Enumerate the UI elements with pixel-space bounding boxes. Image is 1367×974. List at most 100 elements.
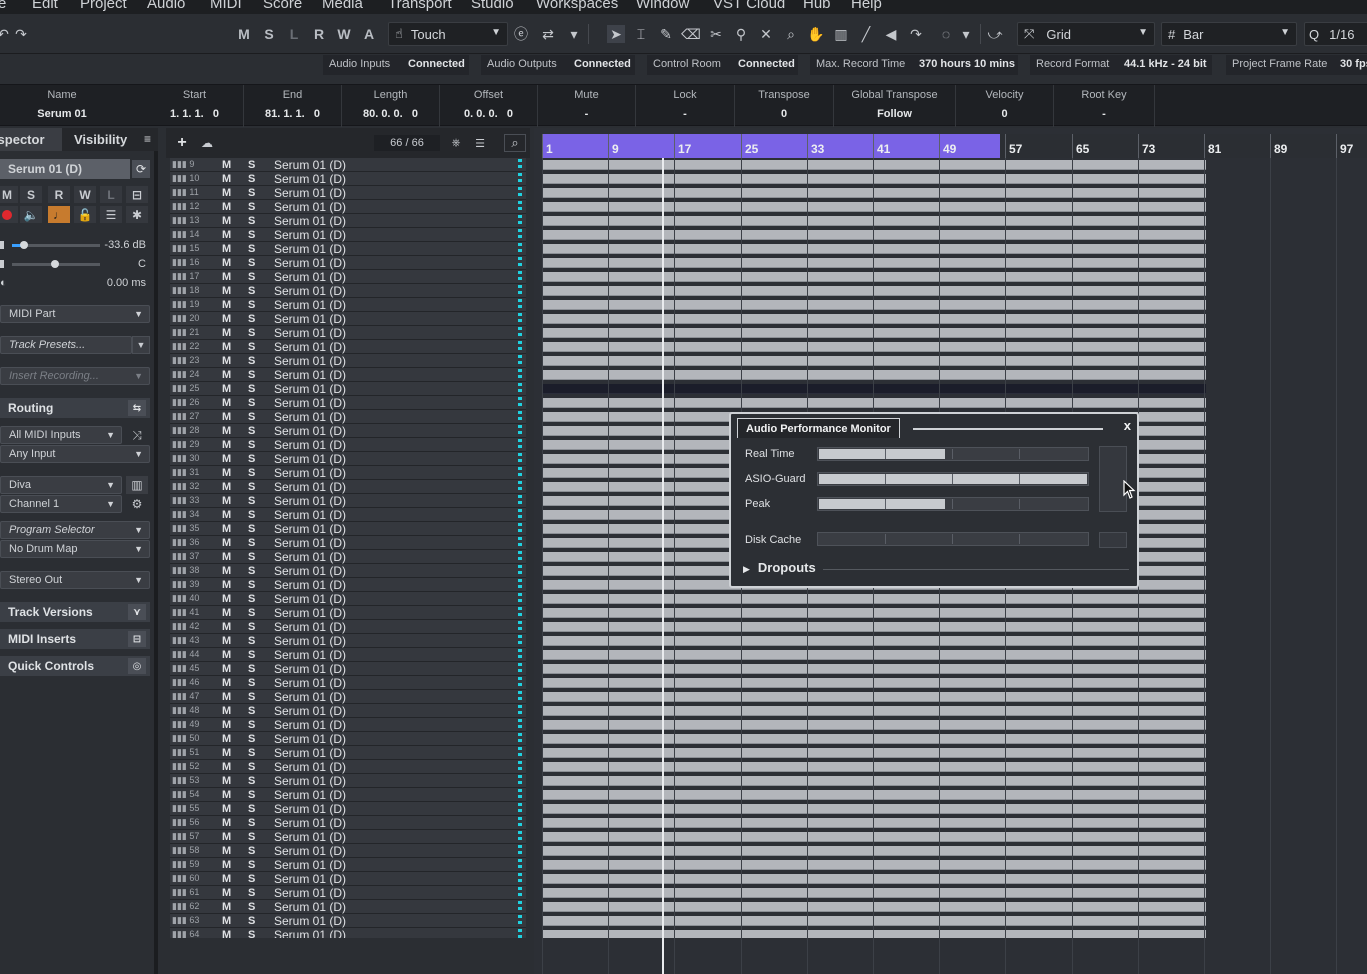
menu-icon[interactable]: ≡ (144, 132, 151, 146)
track-mute-button[interactable]: M (222, 495, 231, 507)
track-name[interactable]: Serum 01 (D) (274, 886, 346, 900)
auto-scroll-icon[interactable]: ⤻ (986, 25, 1004, 43)
search-icon[interactable]: ⌕ (504, 134, 526, 152)
track-mute-button[interactable]: M (222, 705, 231, 717)
track-row[interactable]: ▮▮▮ 26 M S Serum 01 (D) (170, 396, 526, 410)
midi-part[interactable] (542, 734, 1206, 744)
color-tool-icon[interactable]: ↷ (907, 25, 925, 43)
track-solo-button[interactable]: S (248, 537, 255, 549)
track-row[interactable]: ▮▮▮ 31 M S Serum 01 (D) (170, 466, 526, 480)
track-solo-button[interactable]: S (248, 411, 255, 423)
track-row[interactable]: ▮▮▮ 63 M S Serum 01 (D) (170, 914, 526, 928)
visibility-agent-icon[interactable]: ⎈ (446, 135, 466, 151)
track-row[interactable]: ▮▮▮ 45 M S Serum 01 (D) (170, 662, 526, 676)
read-button[interactable]: R (48, 186, 70, 203)
play-tool-icon[interactable]: ◀ (882, 25, 900, 43)
grid-type-select[interactable]: # Bar ▼ (1161, 22, 1297, 46)
track-name[interactable]: Serum 01 (D) (274, 368, 346, 382)
info-field-transpose[interactable]: Transpose 0 (735, 85, 834, 127)
track-solo-button[interactable]: S (248, 747, 255, 759)
track-solo-button[interactable]: S (248, 789, 255, 801)
track-solo-button[interactable]: S (248, 887, 255, 899)
menu-item-studio[interactable]: Studio (471, 0, 514, 12)
info-field-root-key[interactable]: Root Key - (1054, 85, 1155, 127)
tab-inspector[interactable]: Inspector (0, 132, 45, 147)
track-mute-button[interactable]: M (222, 565, 231, 577)
track-mute-button[interactable]: M (222, 621, 231, 633)
freeze-icon[interactable]: ✱ (126, 206, 148, 223)
drum-map-select[interactable]: No Drum Map ▼ (0, 540, 150, 558)
menu-item-vst-cloud[interactable]: VST Cloud (713, 0, 785, 12)
track-mute-button[interactable]: M (222, 187, 231, 199)
track-name[interactable]: Serum 01 (D) (274, 816, 346, 830)
track-mute-button[interactable]: M (222, 831, 231, 843)
track-row[interactable]: ▮▮▮ 43 M S Serum 01 (D) (170, 634, 526, 648)
track-mute-button[interactable]: M (222, 845, 231, 857)
menu-item-midi[interactable]: MIDI (210, 0, 242, 12)
midi-part[interactable] (542, 650, 1206, 660)
track-row[interactable]: ▮▮▮ 61 M S Serum 01 (D) (170, 886, 526, 900)
track-name[interactable]: Serum 01 (D) (274, 200, 346, 214)
offset-value[interactable]: 0. 0. 0. 0 (440, 108, 537, 120)
track-mute-button[interactable]: M (222, 579, 231, 591)
track-solo-button[interactable]: S (248, 299, 255, 311)
track-solo-button[interactable]: S (248, 565, 255, 577)
track-solo-button[interactable]: S (248, 761, 255, 773)
mute-all-button[interactable]: M (234, 24, 254, 44)
track-name[interactable]: Serum 01 (D) (274, 858, 346, 872)
track-solo-button[interactable]: S (248, 201, 255, 213)
midi-part[interactable] (542, 202, 1206, 212)
track-solo-button[interactable]: S (248, 467, 255, 479)
ruler[interactable]: 1 9 17 25 33 41 49 57 65 73 81 89 97 (542, 134, 1367, 158)
track-name[interactable]: Serum 01 (D) (274, 214, 346, 228)
track-solo-button[interactable]: S (248, 705, 255, 717)
midi-part[interactable] (542, 258, 1206, 268)
tool-dropdown-icon[interactable]: ▾ (565, 25, 583, 43)
comp-tool-icon[interactable]: ▥ (832, 25, 850, 43)
info-field-mute[interactable]: Mute - (538, 85, 636, 127)
track-mute-button[interactable]: M (222, 327, 231, 339)
name-value[interactable]: Serum 01 (0, 108, 124, 120)
track-row[interactable]: ▮▮▮ 48 M S Serum 01 (D) (170, 704, 526, 718)
track-mute-button[interactable]: M (222, 859, 231, 871)
track-solo-button[interactable]: S (248, 327, 255, 339)
midi-part[interactable] (542, 930, 1206, 938)
quantize-select[interactable]: Q 1/16 (1304, 22, 1367, 46)
track-mute-button[interactable]: M (222, 257, 231, 269)
track-mute-button[interactable]: M (222, 439, 231, 451)
midi-part[interactable] (542, 160, 1206, 170)
track-row[interactable]: ▮▮▮ 59 M S Serum 01 (D) (170, 858, 526, 872)
track-solo-button[interactable]: S (248, 677, 255, 689)
track-solo-button[interactable]: S (248, 271, 255, 283)
track-name[interactable]: Serum 01 (D) (274, 592, 346, 606)
section-midi-inserts[interactable]: MIDI Inserts ⊟ (0, 629, 150, 649)
track-name[interactable]: Serum 01 (D) (274, 326, 346, 340)
track-name[interactable]: Serum 01 (D) (274, 774, 346, 788)
info-field-end[interactable]: End 81. 1. 1. 0 (244, 85, 342, 127)
channel-select[interactable]: Channel 1 ▼ (0, 495, 122, 513)
midi-part[interactable] (542, 818, 1206, 828)
pointer-tool-icon[interactable]: ➤ (607, 25, 625, 43)
track-name[interactable]: Serum 01 (D) (274, 480, 346, 494)
track-solo-button[interactable]: S (248, 369, 255, 381)
end-value[interactable]: 81. 1. 1. 0 (244, 108, 341, 120)
track-mute-button[interactable]: M (222, 271, 231, 283)
track-solo-button[interactable]: S (248, 159, 255, 171)
midi-part[interactable] (542, 608, 1206, 618)
midi-part[interactable] (542, 748, 1206, 758)
track-solo-button[interactable]: S (248, 719, 255, 731)
midi-monitor-button[interactable]: ♩ (48, 206, 70, 223)
track-name[interactable]: Serum 01 (D) (274, 746, 346, 760)
track-mute-button[interactable]: M (222, 761, 231, 773)
track-mute-button[interactable]: M (222, 803, 231, 815)
track-mute-button[interactable]: M (222, 299, 231, 311)
track-row[interactable]: ▮▮▮ 39 M S Serum 01 (D) (170, 578, 526, 592)
range-tool-icon[interactable]: ⌶ (632, 25, 650, 43)
track-mute-button[interactable]: M (222, 607, 231, 619)
mute-tool-icon[interactable]: ✕ (757, 25, 775, 43)
midi-part[interactable] (542, 230, 1206, 240)
track-name[interactable]: Serum 01 (D) (274, 242, 346, 256)
track-row[interactable]: ▮▮▮ 25 M S Serum 01 (D) (170, 382, 526, 396)
info-field-name[interactable]: Name Serum 01 (0, 85, 124, 127)
track-name[interactable]: Serum 01 (D) (274, 396, 346, 410)
